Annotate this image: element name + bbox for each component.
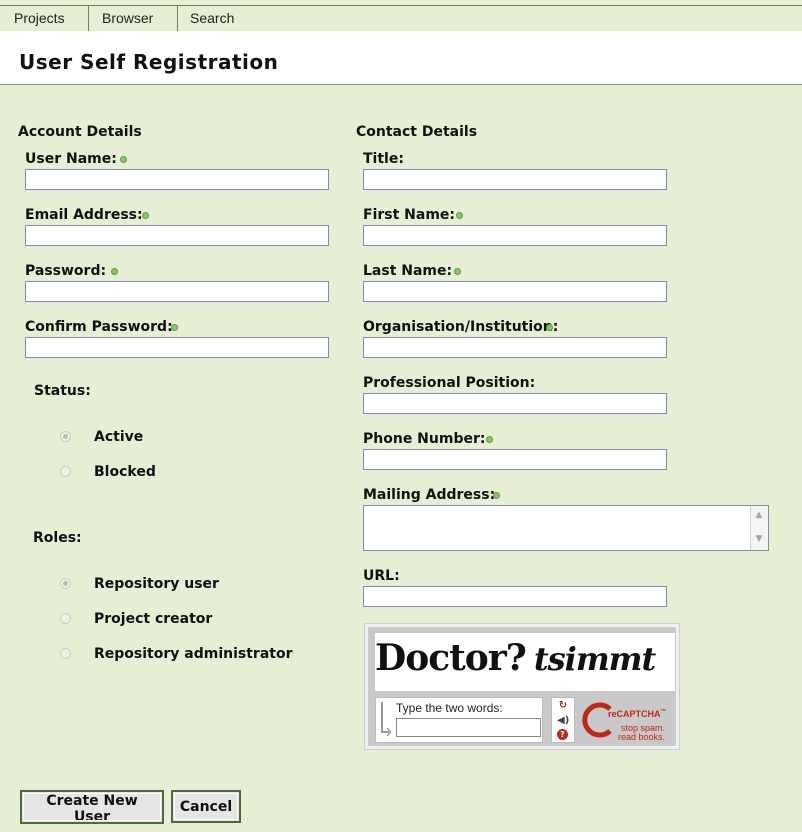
recaptcha-brand-prefix: re (608, 709, 617, 719)
required-indicator-icon (454, 268, 461, 275)
phone-number-input[interactable] (363, 449, 667, 470)
professional-position-input[interactable] (363, 393, 667, 414)
help-icon[interactable]: ? (557, 729, 568, 740)
page-title: User Self Registration (19, 50, 279, 74)
captcha-entry-box: Type the two words: (375, 697, 543, 743)
captcha-arrow-icon (381, 702, 391, 737)
status-active-radio[interactable] (60, 431, 71, 442)
user-name-input[interactable] (25, 169, 329, 190)
first-name-input[interactable] (363, 225, 667, 246)
account-details-heading: Account Details (18, 124, 142, 140)
organisation-label: Organisation/Institution: (363, 319, 559, 335)
role-repository-user-label: Repository user (94, 576, 219, 592)
password-label: Password: (25, 263, 107, 279)
phone-number-label: Phone Number: (363, 431, 486, 447)
confirm-password-label: Confirm Password: (25, 319, 173, 335)
top-nav-bar: Projects Browser Search (0, 5, 802, 32)
recaptcha-slogan-line2: read books. (618, 732, 666, 742)
email-input[interactable] (25, 225, 329, 246)
status-blocked-radio[interactable] (60, 466, 71, 477)
role-project-creator-radio[interactable] (60, 613, 71, 624)
status-active-label: Active (94, 429, 144, 445)
captcha-word-1: Doctor? (375, 637, 527, 679)
last-name-input[interactable] (363, 281, 667, 302)
textarea-scrollbar[interactable]: ▲ ▼ (750, 506, 768, 550)
role-project-creator-label: Project creator (94, 611, 213, 627)
tab-search[interactable]: Search (190, 6, 234, 31)
url-label: URL: (363, 568, 400, 584)
scroll-up-icon[interactable]: ▲ (754, 510, 764, 520)
last-name-label: Last Name: (363, 263, 453, 279)
recaptcha-slogan: stop spam. read books. (618, 724, 665, 742)
captcha-prompt: Type the two words: (396, 701, 503, 715)
recaptcha-arc-icon (582, 702, 612, 738)
password-input[interactable] (25, 281, 329, 302)
recaptcha-logo: reCAPTCHA™ stop spam. read books. (582, 699, 678, 745)
tab-divider (88, 6, 89, 31)
user-name-label: User Name: (25, 151, 117, 167)
captcha-response-input[interactable] (396, 718, 541, 737)
captcha-word-2: tsimmt (533, 640, 656, 678)
required-indicator-icon (120, 156, 127, 163)
recaptcha-brand: reCAPTCHA™ (608, 709, 667, 719)
email-label: Email Address: (25, 207, 143, 223)
status-label: Status: (34, 383, 91, 399)
contact-details-heading: Contact Details (356, 124, 478, 140)
required-indicator-icon (493, 492, 500, 499)
refresh-icon[interactable]: ↻ (557, 700, 569, 712)
title-label: Title: (363, 151, 404, 167)
url-input[interactable] (363, 586, 667, 607)
confirm-password-input[interactable] (25, 337, 329, 358)
required-indicator-icon (171, 324, 178, 331)
tab-browser[interactable]: Browser (102, 6, 153, 31)
cancel-button[interactable]: Cancel (171, 790, 241, 823)
scroll-down-icon[interactable]: ▼ (754, 534, 764, 544)
tab-projects[interactable]: Projects (14, 6, 65, 31)
required-indicator-icon (111, 268, 118, 275)
required-indicator-icon (546, 324, 553, 331)
captcha-controls: ↻ ◀) ? (551, 697, 575, 743)
required-indicator-icon (456, 212, 463, 219)
page-header: User Self Registration (0, 31, 802, 85)
create-new-user-button[interactable]: Create New User (20, 790, 164, 825)
audio-icon[interactable]: ◀) (557, 715, 569, 727)
role-repository-administrator-label: Repository administrator (94, 646, 293, 662)
mailing-address-textarea[interactable] (363, 505, 769, 551)
recaptcha-frame: Doctor? tsimmt Type the two words: ↻ ◀) ?… (368, 627, 676, 746)
required-indicator-icon (486, 436, 493, 443)
role-repository-administrator-radio[interactable] (60, 648, 71, 659)
title-input[interactable] (363, 169, 667, 190)
recaptcha-widget: Doctor? tsimmt Type the two words: ↻ ◀) ?… (364, 623, 680, 750)
status-blocked-label: Blocked (94, 464, 156, 480)
recaptcha-brand-name: CAPTCHA (616, 709, 661, 719)
captcha-image: Doctor? tsimmt (375, 633, 675, 691)
professional-position-label: Professional Position: (363, 375, 536, 391)
roles-label: Roles: (33, 530, 82, 546)
organisation-input[interactable] (363, 337, 667, 358)
mailing-address-label: Mailing Address: (363, 487, 496, 503)
role-repository-user-radio[interactable] (60, 578, 71, 589)
tab-divider (177, 6, 178, 31)
recaptcha-trademark: ™ (660, 709, 667, 715)
first-name-label: First Name: (363, 207, 456, 223)
required-indicator-icon (142, 212, 149, 219)
